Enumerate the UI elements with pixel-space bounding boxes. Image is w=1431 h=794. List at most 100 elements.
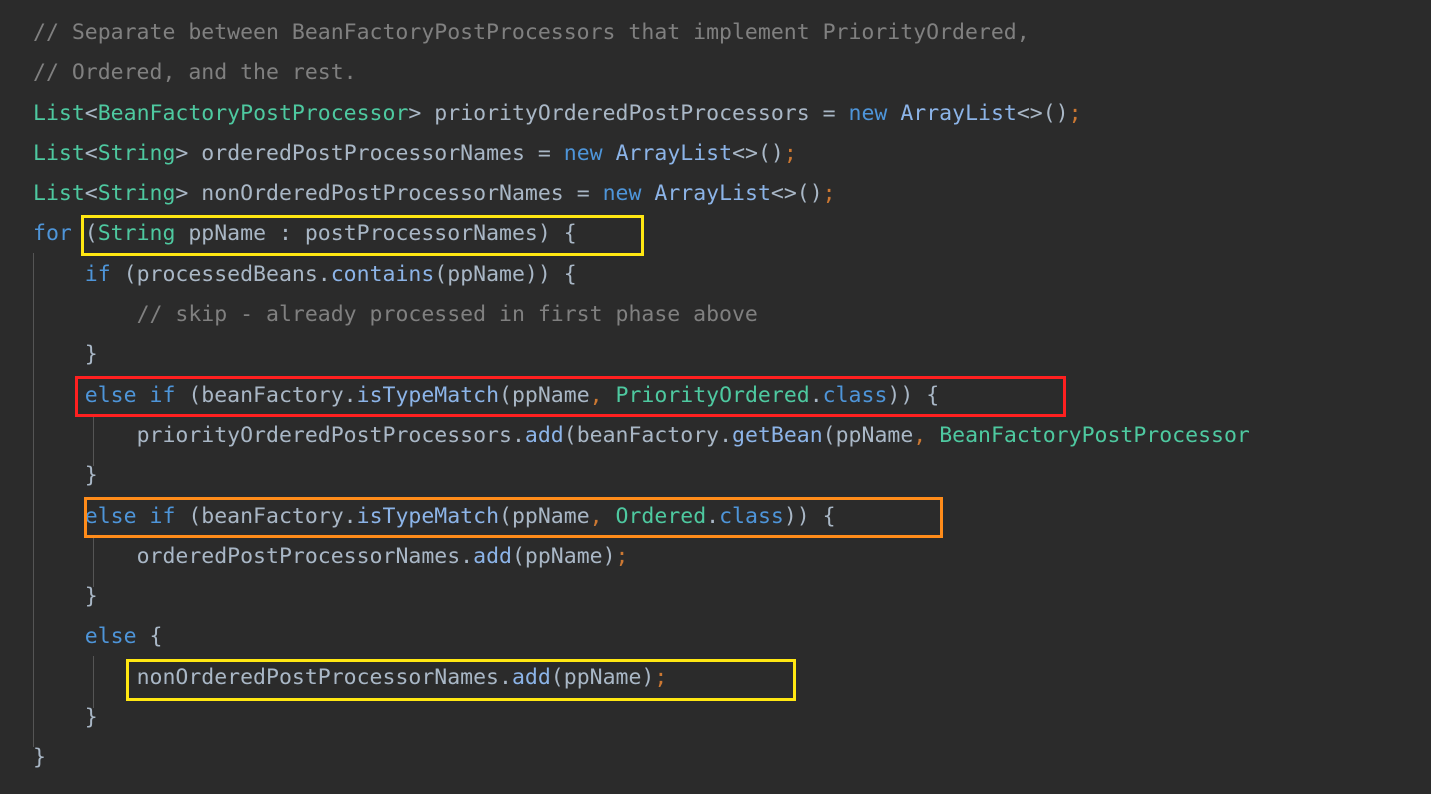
code-token-pun: ( [550,664,564,690]
code-line[interactable]: if (processedBeans.contains(ppName)) { [0,255,1431,295]
code-token-pun: ( [499,503,512,529]
code-token-pun: ( [175,382,202,408]
code-token-sem: , [589,382,603,408]
code-token-pun: < [84,100,98,126]
code-line[interactable]: } [0,738,1431,778]
code-token-kw: new [563,140,603,166]
code-token-id [33,665,137,690]
code-token-pun: ( [563,422,577,448]
code-token-pun: . [809,382,823,408]
code-token-id [641,181,654,206]
code-token-pun: . [317,261,331,287]
code-token-pun: ) [641,664,655,690]
code-token-op: = [537,140,551,166]
code-token-id [551,141,564,166]
code-token-kw: class [719,503,784,529]
code-token-id [33,504,85,529]
code-token-pun: ( [71,221,98,247]
code-token-pun: )) { [783,503,836,529]
code-token-cls: ArrayList [615,140,733,166]
code-token-id [603,141,616,166]
code-line[interactable]: nonOrderedPostProcessorNames.add(ppName)… [0,658,1431,698]
code-token-id: beanFactory [201,503,344,529]
code-line[interactable]: List<String> nonOrderedPostProcessorName… [0,174,1431,214]
code-line[interactable]: List<String> orderedPostProcessorNames =… [0,134,1431,174]
code-token-id: processedBeans [136,261,318,287]
code-token-pun: . [719,422,733,448]
code-token-id: nonOrderedPostProcessorNames [188,181,577,207]
code-line[interactable]: orderedPostProcessorNames.add(ppName); [0,537,1431,577]
code-token-cmt: // Ordered, and the rest. [33,60,357,86]
code-token-kw: class [822,382,888,408]
code-token-id: priorityOrderedPostProcessors [136,422,512,448]
code-line[interactable]: else if (beanFactory.isTypeMatch(ppName,… [0,376,1431,416]
code-line[interactable]: else if (beanFactory.isTypeMatch(ppName,… [0,497,1431,537]
code-editor-screenshot: // Separate between BeanFactoryPostProce… [0,0,1431,794]
code-token-op: = [576,181,590,207]
code-token-type: String [97,140,176,166]
code-token-id: beanFactory [201,382,344,408]
code-line[interactable]: } [0,698,1431,738]
code-token-id [603,383,616,408]
code-token-id: nonOrderedPostProcessorNames [136,664,499,690]
code-token-pun: . [499,664,512,690]
code-line[interactable]: for (String ppName : postProcessorNames)… [0,214,1431,254]
code-line[interactable]: } [0,577,1431,617]
code-token-mth: contains [330,261,435,287]
code-token-id: priorityOrderedPostProcessors [421,100,823,126]
code-token-id [33,383,85,408]
code-token-type: List [33,140,85,166]
code-line[interactable]: else { [0,617,1431,657]
code-token-id: ppName [563,664,642,690]
code-token-pun: ( [499,382,512,408]
code-token-id [33,302,137,327]
code-token-pun: ( [822,422,836,448]
code-token-id: orderedPostProcessorNames [136,543,461,569]
code-token-pun: )) { [524,261,577,287]
code-token-id [33,544,137,569]
code-line[interactable]: // Ordered, and the rest. [0,53,1431,93]
code-token-pun: ( [511,543,525,569]
code-token-pun: > [175,140,189,166]
code-token-type: BeanFactoryPostProcessor [939,422,1250,448]
code-token-pun: } [33,745,46,771]
code-token-pun: . [343,503,357,529]
code-token-mth: isTypeMatch [356,382,500,408]
code-token-mth: isTypeMatch [356,503,500,529]
code-token-cls: ArrayList [654,181,771,207]
code-content[interactable]: // Separate between BeanFactoryPostProce… [0,13,1431,779]
code-line[interactable]: // Separate between BeanFactoryPostProce… [0,13,1431,53]
code-line[interactable]: } [0,335,1431,375]
code-token-sem: , [589,503,603,529]
code-token-cls: ArrayList [900,100,1017,126]
code-line[interactable]: // skip - already processed in first pha… [0,295,1431,335]
code-token-pun: ) [602,543,616,569]
code-token-pun: } [33,584,98,610]
code-token-type: List [33,181,85,207]
code-line[interactable]: } [0,456,1431,496]
code-token-kw: new [602,181,642,207]
code-token-cmt: // Separate between BeanFactoryPostProce… [33,20,1030,45]
code-token-id: ppName [511,382,590,408]
code-token-pun: } [33,463,98,489]
code-token-kw: else if [84,382,176,408]
code-token-id [33,624,85,649]
code-token-op: = [822,100,836,126]
code-token-id: ppName [524,543,603,569]
code-token-pun: } [33,342,98,368]
code-token-type: PriorityOrdered [615,382,810,408]
code-line[interactable]: priorityOrderedPostProcessors.add(beanFa… [0,416,1431,456]
code-token-pun: . [343,382,357,408]
code-token-pun: . [511,422,525,448]
code-line[interactable]: List<BeanFactoryPostProcessor> priorityO… [0,94,1431,134]
code-token-pun: . [460,543,474,569]
code-token-type: String [97,221,176,247]
code-token-sem: , [913,422,927,448]
code-token-pun: )) { [887,382,940,408]
code-token-type: String [97,181,176,207]
code-token-id [887,101,900,126]
code-token-id [590,181,603,206]
code-token-sem: ; [783,140,797,166]
code-token-pun: ( [110,261,137,287]
code-token-pun: } [33,705,98,731]
